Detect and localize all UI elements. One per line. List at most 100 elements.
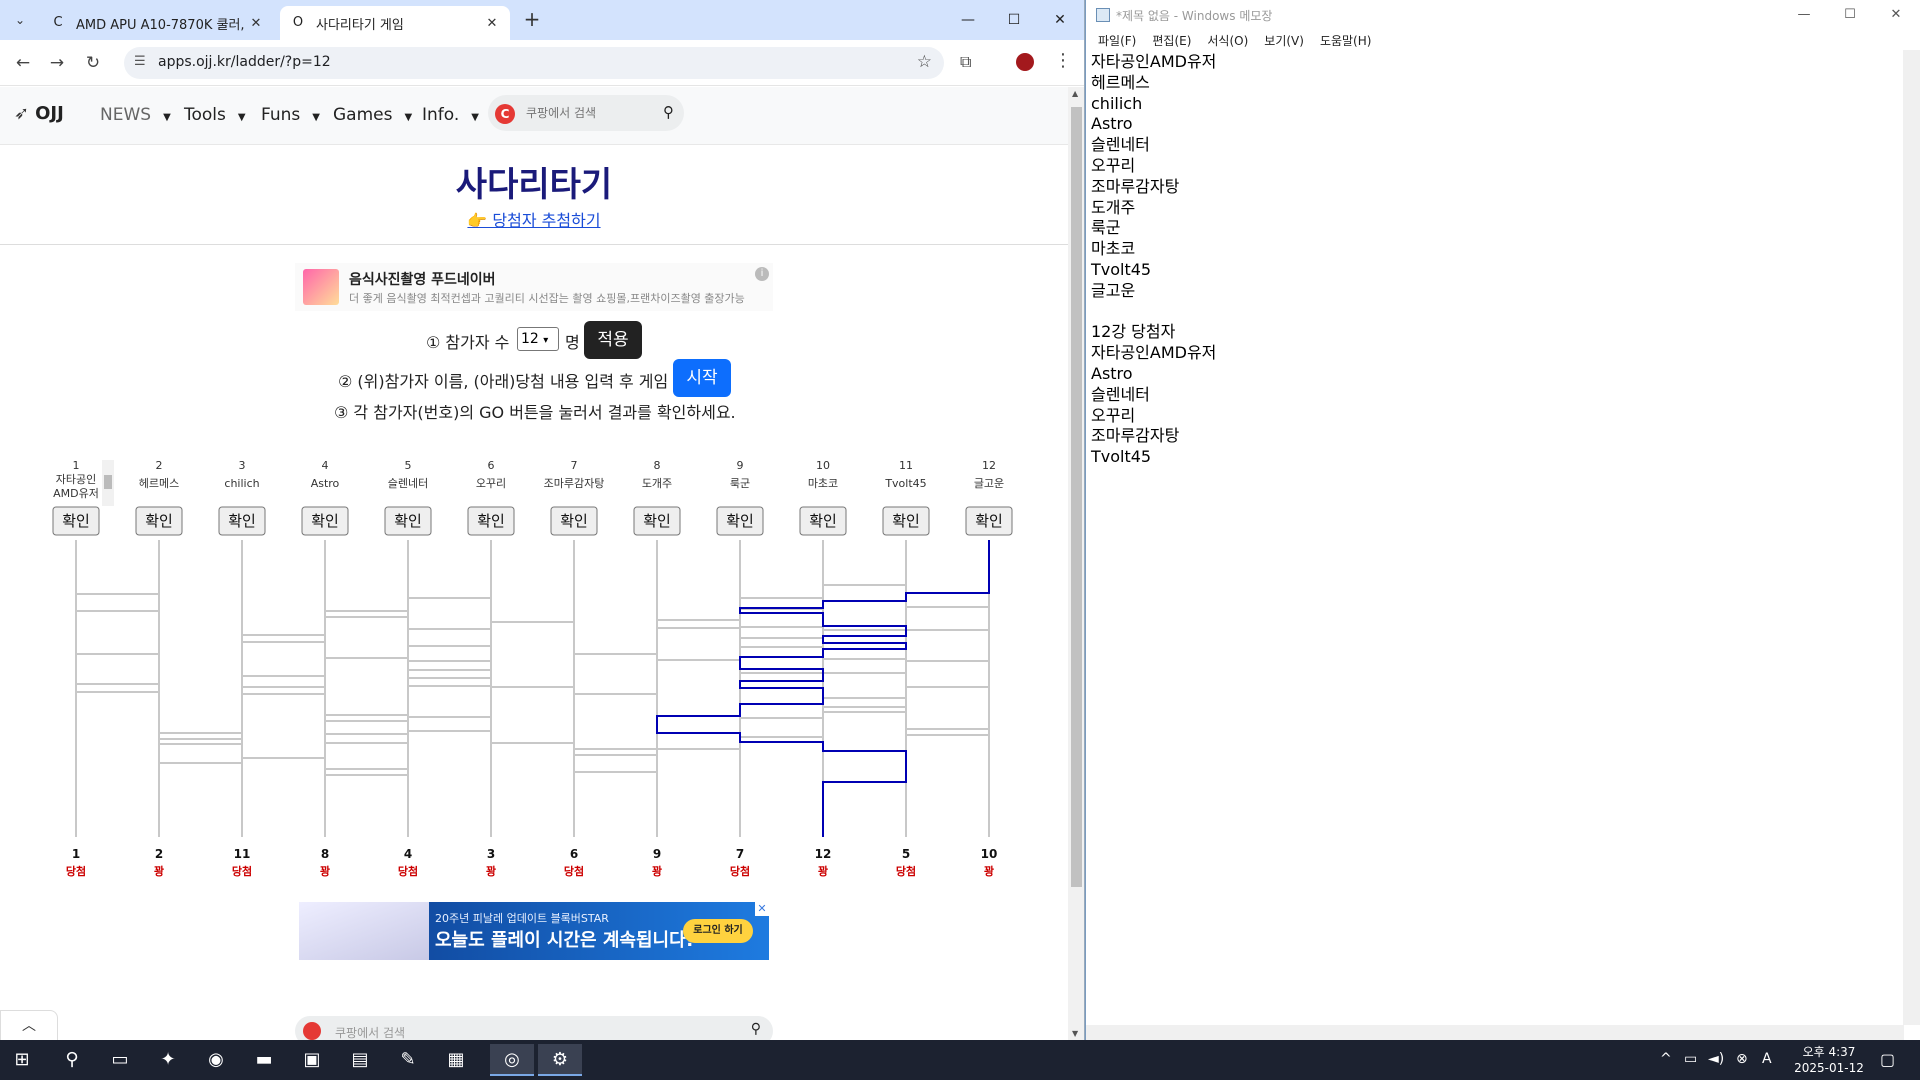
app-taskbar-icon[interactable]: ⚙ <box>538 1044 582 1076</box>
scroll-top-button[interactable]: ︿ <box>0 1010 58 1040</box>
monitor-app-icon[interactable]: ▤ <box>338 1044 382 1076</box>
search-icon[interactable]: ⚲ <box>50 1044 94 1076</box>
file-explorer-icon[interactable]: ▬ <box>242 1044 286 1076</box>
menu-file[interactable]: 파일(F) <box>1094 30 1140 50</box>
windows-start-icon[interactable]: ⊞ <box>0 1044 44 1076</box>
draw-winner-link[interactable]: 👉 당첨자 추첨하기 <box>0 207 1068 231</box>
confirm-button[interactable] <box>716 506 764 536</box>
menu-help[interactable]: 도움말(H) <box>1316 30 1376 50</box>
notepad-line: 조마루감자탕 <box>1091 176 1180 196</box>
caret-down-icon: ▼ <box>237 112 246 123</box>
start-button[interactable]: 시작 <box>673 359 731 397</box>
confirm-button[interactable] <box>218 506 266 536</box>
participant-count-select[interactable]: 12 ▾ <box>517 327 559 351</box>
copilot-icon[interactable]: ✦ <box>146 1044 190 1076</box>
tab-close-icon[interactable]: ✕ <box>484 16 500 31</box>
tab-amd[interactable]: C AMD APU A10-7870K 쿨러, 브 ✕ <box>40 6 274 40</box>
confirm-button[interactable] <box>882 506 930 536</box>
extensions-icon[interactable]: ⧉ <box>960 52 971 72</box>
maximize-icon[interactable]: ☐ <box>1827 0 1873 30</box>
minimize-icon[interactable]: — <box>1781 0 1827 30</box>
chrome-menu-icon[interactable]: ⋮ <box>1054 50 1072 71</box>
url-text[interactable]: apps.ojj.kr/ladder/?p=12 <box>158 54 331 70</box>
maximize-icon[interactable]: ☐ <box>991 0 1037 40</box>
nav-label: Info. <box>422 105 460 125</box>
new-tab-button[interactable]: + <box>520 8 544 32</box>
close-window-icon[interactable]: ✕ <box>1873 0 1919 30</box>
tab-ladder[interactable]: O 사다리타기 게임 ✕ <box>280 6 510 40</box>
nav-funs[interactable]: Funs ▼ <box>261 105 320 125</box>
site-navbar: ➶ OJJ NEWS ▼ Tools ▼ Funs ▼ Games ▼ Info. ▼ C … <box>0 87 1068 145</box>
profile-avatar[interactable] <box>1016 53 1034 71</box>
confirm-button[interactable] <box>301 506 349 536</box>
taskbar-clock[interactable]: 오후 4:37 2025-01-12 <box>1792 1044 1866 1076</box>
notepad-line: 오꾸리 <box>1091 405 1136 425</box>
scroll-down-icon[interactable]: ▼ <box>1072 1029 1078 1038</box>
forward-icon[interactable]: → <box>44 50 70 76</box>
nav-news[interactable]: NEWS ▼ <box>100 105 171 125</box>
page-scrollbar[interactable]: ▲ ▼ <box>1068 87 1084 1040</box>
confirm-button[interactable] <box>467 506 515 536</box>
calculator-icon[interactable]: ▦ <box>434 1044 478 1076</box>
minimize-icon[interactable]: — <box>945 0 991 40</box>
notepad-text-area[interactable]: 자타공인AMD유저 헤르메스 chilich Astro 슬렌네터 오꾸리 조마루감자탕 도개… <box>1091 52 1891 468</box>
coupang-search-input[interactable] <box>526 103 646 123</box>
site-brand[interactable]: ➶ OJJ <box>14 103 64 124</box>
menu-view[interactable]: 보기(V) <box>1260 30 1308 50</box>
notepad-line: 자타공인AMD유저 <box>1091 52 1217 71</box>
name-scrollbar[interactable] <box>102 460 114 506</box>
store-icon[interactable]: ▣ <box>290 1044 334 1076</box>
search-icon[interactable]: ⚲ <box>663 103 674 121</box>
menu-edit[interactable]: 편집(E) <box>1148 30 1195 50</box>
caret-down-icon: ▼ <box>312 112 320 123</box>
tab-search-button[interactable]: ⌄ <box>8 8 32 32</box>
nav-info[interactable]: Info. ▼ <box>422 105 479 125</box>
notepad-line: 조마루감자탕 <box>1091 426 1180 446</box>
reload-icon[interactable]: ↻ <box>80 50 106 76</box>
notepad-line: 룩군 <box>1091 218 1121 238</box>
task-view-icon[interactable]: ▭ <box>98 1044 142 1076</box>
scrollbar-thumb[interactable] <box>1071 107 1082 887</box>
menu-format[interactable]: 서식(O) <box>1203 30 1252 50</box>
volume-icon[interactable]: ◄) <box>1708 1051 1724 1067</box>
close-window-icon[interactable]: ✕ <box>1037 0 1083 40</box>
notepad-vscrollbar[interactable] <box>1903 50 1920 1025</box>
ime-indicator[interactable]: A <box>1762 1051 1772 1067</box>
name-scrollbar-thumb[interactable] <box>104 475 112 489</box>
tab-close-icon[interactable]: ✕ <box>248 16 264 31</box>
player-number: 10 <box>816 459 830 472</box>
scroll-up-icon[interactable]: ▲ <box>1072 89 1078 98</box>
notepad-hscrollbar[interactable] <box>1086 1025 1904 1040</box>
notepad-taskbar-icon[interactable]: ✎ <box>386 1044 430 1076</box>
confirm-button[interactable] <box>550 506 598 536</box>
ad-login-button[interactable]: 로그인 하기 <box>683 919 753 943</box>
apply-button[interactable]: 적용 <box>584 321 642 359</box>
edge-icon[interactable]: ◉ <box>194 1044 238 1076</box>
ad-text-banner[interactable]: 음식사진촬영 푸드네이버 더 좋게 음식촬영 최적컨셉과 고퀄리티 시선잡는 촬… <box>295 263 773 311</box>
tray-overflow-icon[interactable]: ^ <box>1660 1051 1672 1067</box>
select-value: 12 <box>521 331 539 347</box>
address-bar[interactable]: ☰ apps.ojj.kr/ladder/?p=12 ☆ <box>124 47 944 79</box>
chrome-taskbar-icon[interactable]: ◎ <box>490 1044 534 1076</box>
status-tray-icon[interactable]: ⊗ <box>1736 1051 1748 1067</box>
network-icon[interactable]: ▭ <box>1684 1051 1697 1067</box>
ad-image-banner[interactable]: 20주년 피날레 업데이트 블록버STAR 오늘도 플레이 시간은 계속됩니다!… <box>299 902 769 960</box>
confirm-button[interactable] <box>135 506 183 536</box>
confirm-button[interactable] <box>633 506 681 536</box>
search-icon[interactable]: ⚲ <box>751 1021 761 1037</box>
step1-label: ① 참가자 수 <box>426 333 510 352</box>
ad-info-icon[interactable]: i <box>755 267 769 281</box>
ad-close-icon[interactable]: ✕ <box>755 902 769 916</box>
nav-games[interactable]: Games ▼ <box>333 105 412 125</box>
confirm-button[interactable] <box>799 506 847 536</box>
nav-tools[interactable]: Tools ▼ <box>184 105 246 125</box>
notification-icon[interactable]: ▢ <box>1880 1050 1895 1069</box>
confirm-button[interactable] <box>965 506 1013 536</box>
confirm-button[interactable] <box>52 506 100 536</box>
player-name: 조마루감자탕 <box>544 477 605 490</box>
bottom-search-box[interactable]: 쿠팡에서 검색 ⚲ <box>295 1016 773 1040</box>
bookmark-star-icon[interactable]: ☆ <box>917 52 932 72</box>
site-settings-icon[interactable]: ☰ <box>134 54 146 69</box>
confirm-button[interactable] <box>384 506 432 536</box>
back-icon[interactable]: ← <box>10 50 36 76</box>
